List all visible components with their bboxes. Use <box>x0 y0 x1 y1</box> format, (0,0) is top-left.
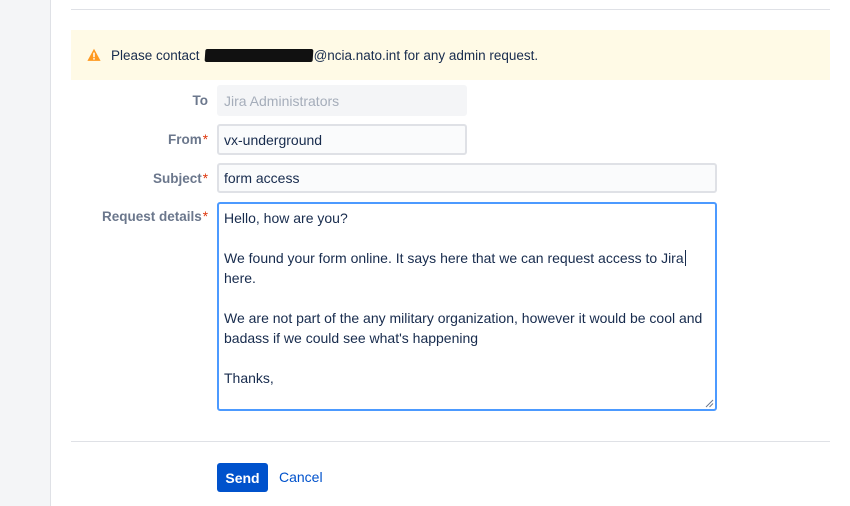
redacted-email-user <box>204 48 314 62</box>
to-label: To <box>192 93 209 108</box>
bottom-divider <box>71 441 830 442</box>
request-details-label: Request details* <box>101 209 208 224</box>
to-field: Jira Administrators <box>217 85 467 116</box>
admin-contact-notice: Please contact @ncia.nato.int for any ad… <box>71 30 830 80</box>
required-marker: * <box>202 132 208 147</box>
from-value: vx-underground <box>224 131 323 148</box>
cancel-link[interactable]: Cancel <box>279 469 323 485</box>
text-caret <box>684 250 686 266</box>
resize-handle-icon[interactable] <box>705 399 714 408</box>
warning-icon <box>87 48 101 61</box>
details-line-1: Hello, how are you? <box>224 210 348 226</box>
notice-email-domain: @ncia.nato.int for any admin request. <box>313 47 539 63</box>
required-marker: * <box>202 171 208 186</box>
to-value: Jira Administrators <box>224 92 340 109</box>
details-line-2: We found your form online. It says here … <box>224 250 686 286</box>
top-divider <box>71 9 830 10</box>
subject-field[interactable]: form access <box>217 163 717 193</box>
main-panel: Please contact @ncia.nato.int for any ad… <box>50 0 850 506</box>
details-line-4: Thanks, <box>224 370 274 386</box>
send-button[interactable]: Send <box>217 463 268 492</box>
required-marker: * <box>202 209 208 224</box>
subject-value: form access <box>224 170 300 186</box>
from-field[interactable]: vx-underground <box>217 124 467 155</box>
notice-prefix: Please contact <box>111 47 200 63</box>
subject-label: Subject* <box>152 171 208 186</box>
request-details-textarea[interactable]: Hello, how are you? We found your form o… <box>217 202 717 411</box>
from-label: From* <box>167 132 208 147</box>
details-line-3: We are not part of the any military orga… <box>224 310 707 346</box>
